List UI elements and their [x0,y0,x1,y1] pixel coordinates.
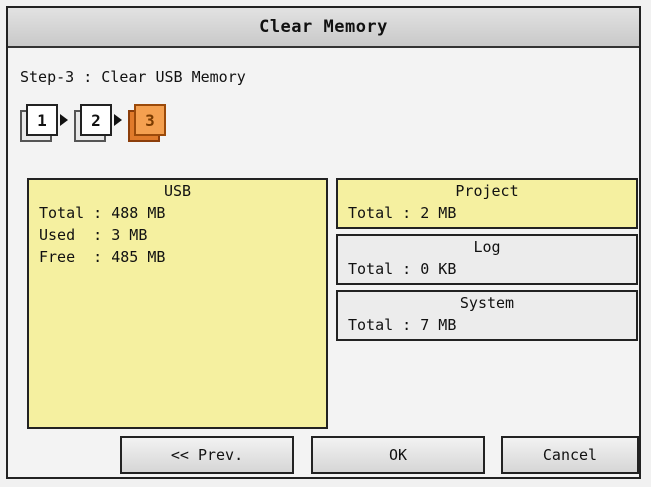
log-heading: Log [473,238,501,256]
step-label: Step-3 : Clear USB Memory [20,68,246,86]
cancel-button-label: Cancel [542,446,598,464]
project-panel[interactable]: Project Total : 2 MB [336,178,638,229]
prev-button[interactable]: << Prev. [120,436,294,474]
ok-button[interactable]: OK [311,436,485,474]
usb-heading: USB [163,182,192,200]
step-3-box: 3 [134,104,166,136]
step-1-number: 1 [37,110,47,130]
usb-total: Total : 488 MB [39,204,166,222]
dialog-title: Clear Memory [259,17,388,37]
step-2-number: 2 [91,110,101,130]
system-heading: System [459,294,515,312]
usb-panel: USB Total : 488 MB Used : 3 MB Free : 48… [27,178,328,429]
log-panel[interactable]: Log Total : 0 KB [336,234,638,285]
project-heading: Project [455,182,519,200]
prev-button-label: << Prev. [170,446,244,464]
ok-button-label: OK [388,446,408,464]
dialog-titlebar: Clear Memory [8,8,639,48]
log-total: Total : 0 KB [348,260,457,278]
project-total: Total : 2 MB [348,204,457,222]
step-1-box: 1 [26,104,58,136]
usb-used: Used : 3 MB [39,226,148,244]
step-indicator: 1 2 3 [20,98,220,148]
system-total: Total : 7 MB [348,316,457,334]
step-2-box: 2 [80,104,112,136]
cancel-button[interactable]: Cancel [501,436,639,474]
usb-free: Free : 485 MB [39,248,166,266]
step-arrow-icon [114,114,122,126]
step-3-number: 3 [145,110,155,130]
step-arrow-icon [60,114,68,126]
system-panel[interactable]: System Total : 7 MB [336,290,638,341]
